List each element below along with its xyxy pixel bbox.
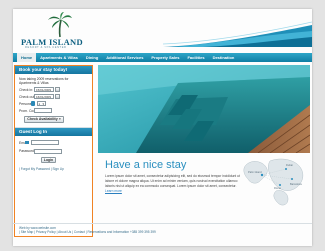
nav-item-destination[interactable]: Destination [209, 53, 239, 62]
map-label: Barcelona [290, 182, 302, 186]
email-field[interactable] [31, 140, 59, 146]
password-field[interactable] [34, 148, 62, 154]
palm-tree-icon [48, 12, 72, 38]
calendar-icon[interactable] [55, 94, 60, 99]
checkout-field[interactable]: 16/01/2009 [34, 94, 54, 100]
checkout-row: Check out: 16/01/2009 [15, 94, 92, 100]
persons-select[interactable]: 1 ▾ [36, 101, 46, 107]
nav-item-apartments[interactable]: Apartments & Villas [36, 53, 82, 62]
page-container: PALM ISLAND RESORT & SPA CENTER Home Apa… [13, 9, 312, 246]
persons-row: Persons: 1 ▾ [15, 101, 92, 107]
nav-item-additional-services[interactable]: Additional Services [102, 53, 147, 62]
email-row: Email: [15, 140, 92, 146]
learn-more-link[interactable]: Learn more [105, 189, 122, 193]
footer-links[interactable]: | Site Map | Privacy Policy | About Us |… [19, 230, 156, 234]
nav-item-dining[interactable]: Dining [82, 53, 102, 62]
hero-image [98, 65, 310, 153]
guest-panel-title: Guest Log In [15, 127, 92, 136]
nav-item-property-sales[interactable]: Property Sales [147, 53, 183, 62]
check-availability-button[interactable]: Check Availability » [24, 116, 64, 123]
promo-row: Prom. Code: [15, 108, 92, 114]
email-icon [25, 140, 29, 145]
header-wave-decoration [163, 21, 312, 47]
password-label: Password: [19, 149, 35, 154]
persons-value: 1 [38, 102, 41, 107]
person-icon [31, 101, 35, 106]
content-body-text: Lorem ipsum dolor sit amet, consectetur … [105, 174, 240, 188]
promo-label: Prom. Code: [19, 108, 39, 113]
checkin-label: Check in: [19, 87, 34, 92]
logo[interactable]: PALM ISLAND RESORT & SPA CENTER [21, 12, 101, 49]
calendar-icon[interactable] [55, 87, 60, 92]
content-title: Have a nice stay [105, 159, 187, 171]
chevron-down-icon: ▾ [42, 102, 44, 107]
checkout-label: Check out: [19, 94, 36, 99]
map-label: Rome [274, 186, 281, 190]
map-label: Dubai [286, 163, 293, 167]
nav-item-facilities[interactable]: Facilities [183, 53, 208, 62]
booking-intro: Now taking 2009 reservations for Apartme… [19, 77, 69, 86]
sidebar: Book your stay today! Now taking 2009 re… [14, 65, 93, 237]
checkin-row: Check in: 15/01/2009 [15, 87, 92, 93]
nav-item-home[interactable]: Home [17, 53, 37, 62]
footer-divider [13, 223, 312, 224]
booking-panel-title: Book your stay today! [15, 66, 92, 74]
logo-tagline: RESORT & SPA CENTER [25, 46, 67, 49]
password-row: Password: [15, 148, 92, 154]
map-label: Palm Island [248, 170, 262, 174]
promo-field[interactable] [34, 108, 52, 114]
world-map-image: Palm Island Dubai Rome Barcelona [243, 158, 304, 206]
main-nav: Home Apartments & Villas Dining Addition… [13, 53, 312, 62]
forgot-signup-links[interactable]: | Forgot My Password | Sign Up [15, 167, 92, 171]
content-body: Lorem ipsum dolor sit amet, consectetur … [105, 174, 241, 194]
login-button[interactable]: Login [41, 156, 56, 163]
checkin-field[interactable]: 15/01/2009 [34, 87, 54, 93]
persons-label: Persons: [19, 101, 33, 106]
